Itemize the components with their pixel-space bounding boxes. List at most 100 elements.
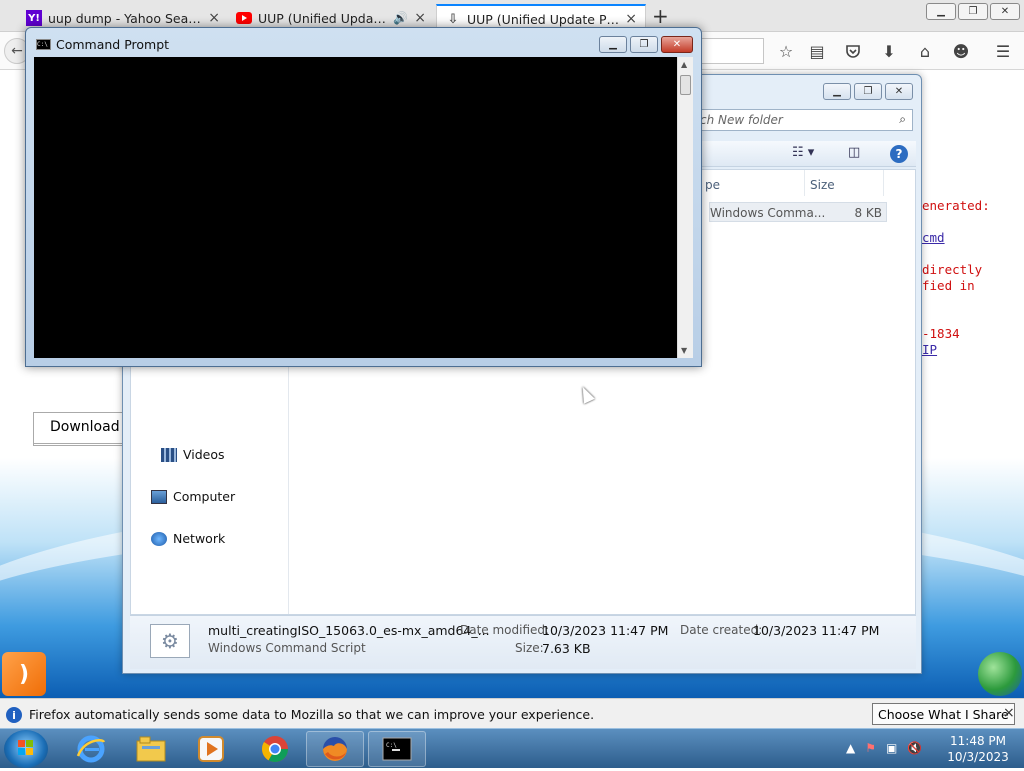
script-file-icon: ⚙ bbox=[150, 624, 190, 658]
computer-icon bbox=[151, 489, 167, 504]
help-icon[interactable]: ? bbox=[890, 145, 908, 163]
volume-muted-icon[interactable]: 🔇 bbox=[907, 741, 922, 755]
youtube-icon bbox=[236, 10, 252, 26]
size-label: Size: bbox=[515, 641, 544, 655]
restore-button[interactable]: ❐ bbox=[958, 3, 988, 20]
data-collection-notification: i Firefox automatically sends some data … bbox=[0, 698, 1024, 728]
command-prompt-window[interactable]: C:\ Command Prompt ▁ ❐ ✕ ▲ ▼ bbox=[25, 27, 702, 367]
nav-item-videos[interactable]: Videos bbox=[161, 447, 225, 462]
choose-what-i-share-button[interactable]: Choose What I Share bbox=[872, 703, 1015, 725]
reader-list-icon[interactable]: ▤ bbox=[806, 40, 828, 62]
browser-window-controls: ▁ ❐ ✕ bbox=[926, 3, 1020, 20]
page-code-link[interactable]: IP bbox=[922, 342, 937, 357]
globe-gadget-icon[interactable] bbox=[978, 652, 1022, 696]
details-filename: multi_creatingISO_15063.0_es-mx_amd64_..… bbox=[208, 623, 490, 638]
cmd-app-icon: C:\ bbox=[36, 39, 51, 50]
firefox-icon[interactable] bbox=[306, 731, 364, 767]
yahoo-icon: Y! bbox=[26, 10, 42, 26]
page-code-text: fied in bbox=[922, 278, 975, 293]
minimize-button[interactable]: ▁ bbox=[599, 36, 627, 53]
speaker-icon[interactable]: 🔊 bbox=[393, 11, 408, 25]
videos-folder-icon bbox=[161, 447, 177, 462]
column-header-size[interactable]: Size bbox=[806, 170, 884, 196]
windows-taskbar: C:\ ▲ ⚑ ▣ 🔇 11:48 PM 10/3/2023 bbox=[0, 728, 1024, 768]
show-hidden-icons-arrow[interactable]: ▲ bbox=[846, 741, 855, 755]
nav-item-label: Network bbox=[173, 531, 226, 546]
date-modified-label: Date modified: bbox=[460, 623, 550, 637]
explorer-window-controls: ▁ ❐ ✕ bbox=[823, 83, 913, 100]
search-icon[interactable]: ⌕ bbox=[899, 112, 906, 127]
scroll-down-arrow-icon[interactable]: ▼ bbox=[681, 346, 687, 355]
page-code-text: -1834 bbox=[922, 326, 960, 341]
bookmark-star-icon[interactable]: ☆ bbox=[775, 40, 797, 62]
column-header-type[interactable]: pe bbox=[701, 170, 805, 196]
new-tab-button[interactable]: + bbox=[652, 4, 669, 28]
minimize-button[interactable]: ▁ bbox=[823, 83, 851, 100]
tab-title: uup dump - Yahoo Search ... bbox=[48, 10, 202, 26]
info-icon: i bbox=[6, 707, 22, 723]
home-icon[interactable]: ⌂ bbox=[914, 40, 936, 62]
explorer-search-input[interactable]: ch New folder ⌕ bbox=[693, 109, 913, 131]
download-iso-button[interactable]: Download IS bbox=[33, 412, 133, 444]
chrome-icon[interactable] bbox=[246, 731, 304, 767]
close-tab-icon[interactable]: × bbox=[208, 10, 220, 26]
file-type-cell: Windows Comma... bbox=[710, 206, 826, 220]
console-output[interactable] bbox=[34, 57, 677, 358]
console-scrollbar[interactable]: ▲ ▼ bbox=[677, 57, 693, 358]
nav-item-label: Videos bbox=[183, 447, 225, 462]
view-options-icon[interactable]: ☷ ▾ bbox=[792, 145, 814, 160]
close-button[interactable]: ✕ bbox=[990, 3, 1020, 20]
network-icon bbox=[151, 531, 167, 546]
page-code-text: enerated: bbox=[922, 198, 990, 213]
search-placeholder: ch New folder bbox=[700, 113, 783, 127]
rss-feed-icon[interactable]: ) bbox=[2, 652, 46, 696]
clock-date: 10/3/2023 bbox=[947, 750, 1009, 764]
maximize-button[interactable]: ❐ bbox=[854, 83, 882, 100]
clock-time: 11:48 PM bbox=[950, 734, 1006, 748]
nav-item-network[interactable]: Network bbox=[151, 531, 225, 546]
window-title: Command Prompt bbox=[56, 37, 170, 52]
file-size-cell: 8 KB bbox=[854, 206, 882, 220]
details-pane: ⚙ multi_creatingISO_15063.0_es-mx_amd64_… bbox=[130, 615, 916, 669]
start-button[interactable] bbox=[4, 730, 48, 768]
file-row-selected[interactable]: Windows Comma... 8 KB bbox=[709, 202, 887, 222]
action-center-flag-icon[interactable]: ⚑ bbox=[865, 741, 876, 755]
page-icon: ⇩ bbox=[447, 11, 459, 27]
page-code-link[interactable]: cmd bbox=[922, 230, 945, 245]
scrollbar-thumb[interactable] bbox=[680, 75, 691, 95]
date-created-label: Date created: bbox=[680, 623, 763, 637]
close-notification-icon[interactable]: × bbox=[1003, 705, 1015, 721]
notification-message: Firefox automatically sends some data to… bbox=[29, 707, 595, 722]
date-modified-value: 10/3/2023 11:47 PM bbox=[542, 623, 669, 638]
system-tray: ▲ ⚑ ▣ 🔇 bbox=[846, 741, 922, 755]
taskbar-clock[interactable]: 11:48 PM 10/3/2023 bbox=[936, 733, 1020, 765]
close-button[interactable]: ✕ bbox=[885, 83, 913, 100]
nav-item-label: Computer bbox=[173, 489, 236, 504]
details-filetype: Windows Command Script bbox=[208, 641, 366, 655]
download-icon[interactable]: ⬇ bbox=[878, 40, 900, 62]
nav-item-computer[interactable]: Computer bbox=[151, 489, 235, 504]
preview-pane-icon[interactable]: ◫ bbox=[848, 145, 860, 160]
media-player-icon[interactable] bbox=[182, 731, 240, 767]
file-explorer-icon[interactable] bbox=[122, 731, 180, 767]
minimize-button[interactable]: ▁ bbox=[926, 3, 956, 20]
size-value: 7.63 KB bbox=[542, 641, 591, 656]
svg-text:C:\: C:\ bbox=[386, 742, 397, 749]
close-tab-icon[interactable]: × bbox=[625, 11, 637, 27]
tab-title: UUP (Unified Update Pl... bbox=[258, 10, 389, 26]
emoji-icon[interactable]: ☻ bbox=[950, 40, 972, 62]
hamburger-menu-icon[interactable]: ☰ bbox=[992, 40, 1014, 62]
command-prompt-taskbar-icon[interactable]: C:\ bbox=[368, 731, 426, 767]
date-created-value: 10/3/2023 11:47 PM bbox=[753, 623, 880, 638]
close-button[interactable]: ✕ bbox=[661, 36, 693, 53]
close-tab-icon[interactable]: × bbox=[414, 10, 426, 26]
network-status-icon[interactable]: ▣ bbox=[886, 741, 897, 755]
maximize-button[interactable]: ❐ bbox=[630, 36, 658, 53]
page-code-text: directly bbox=[922, 262, 983, 277]
scroll-up-arrow-icon[interactable]: ▲ bbox=[681, 60, 687, 69]
internet-explorer-icon[interactable] bbox=[62, 731, 120, 767]
pocket-icon[interactable] bbox=[842, 40, 864, 62]
tab-title: UUP (Unified Update Platfo... bbox=[467, 11, 619, 27]
url-bar[interactable] bbox=[700, 38, 764, 64]
cmd-window-controls: ▁ ❐ ✕ bbox=[599, 36, 693, 53]
